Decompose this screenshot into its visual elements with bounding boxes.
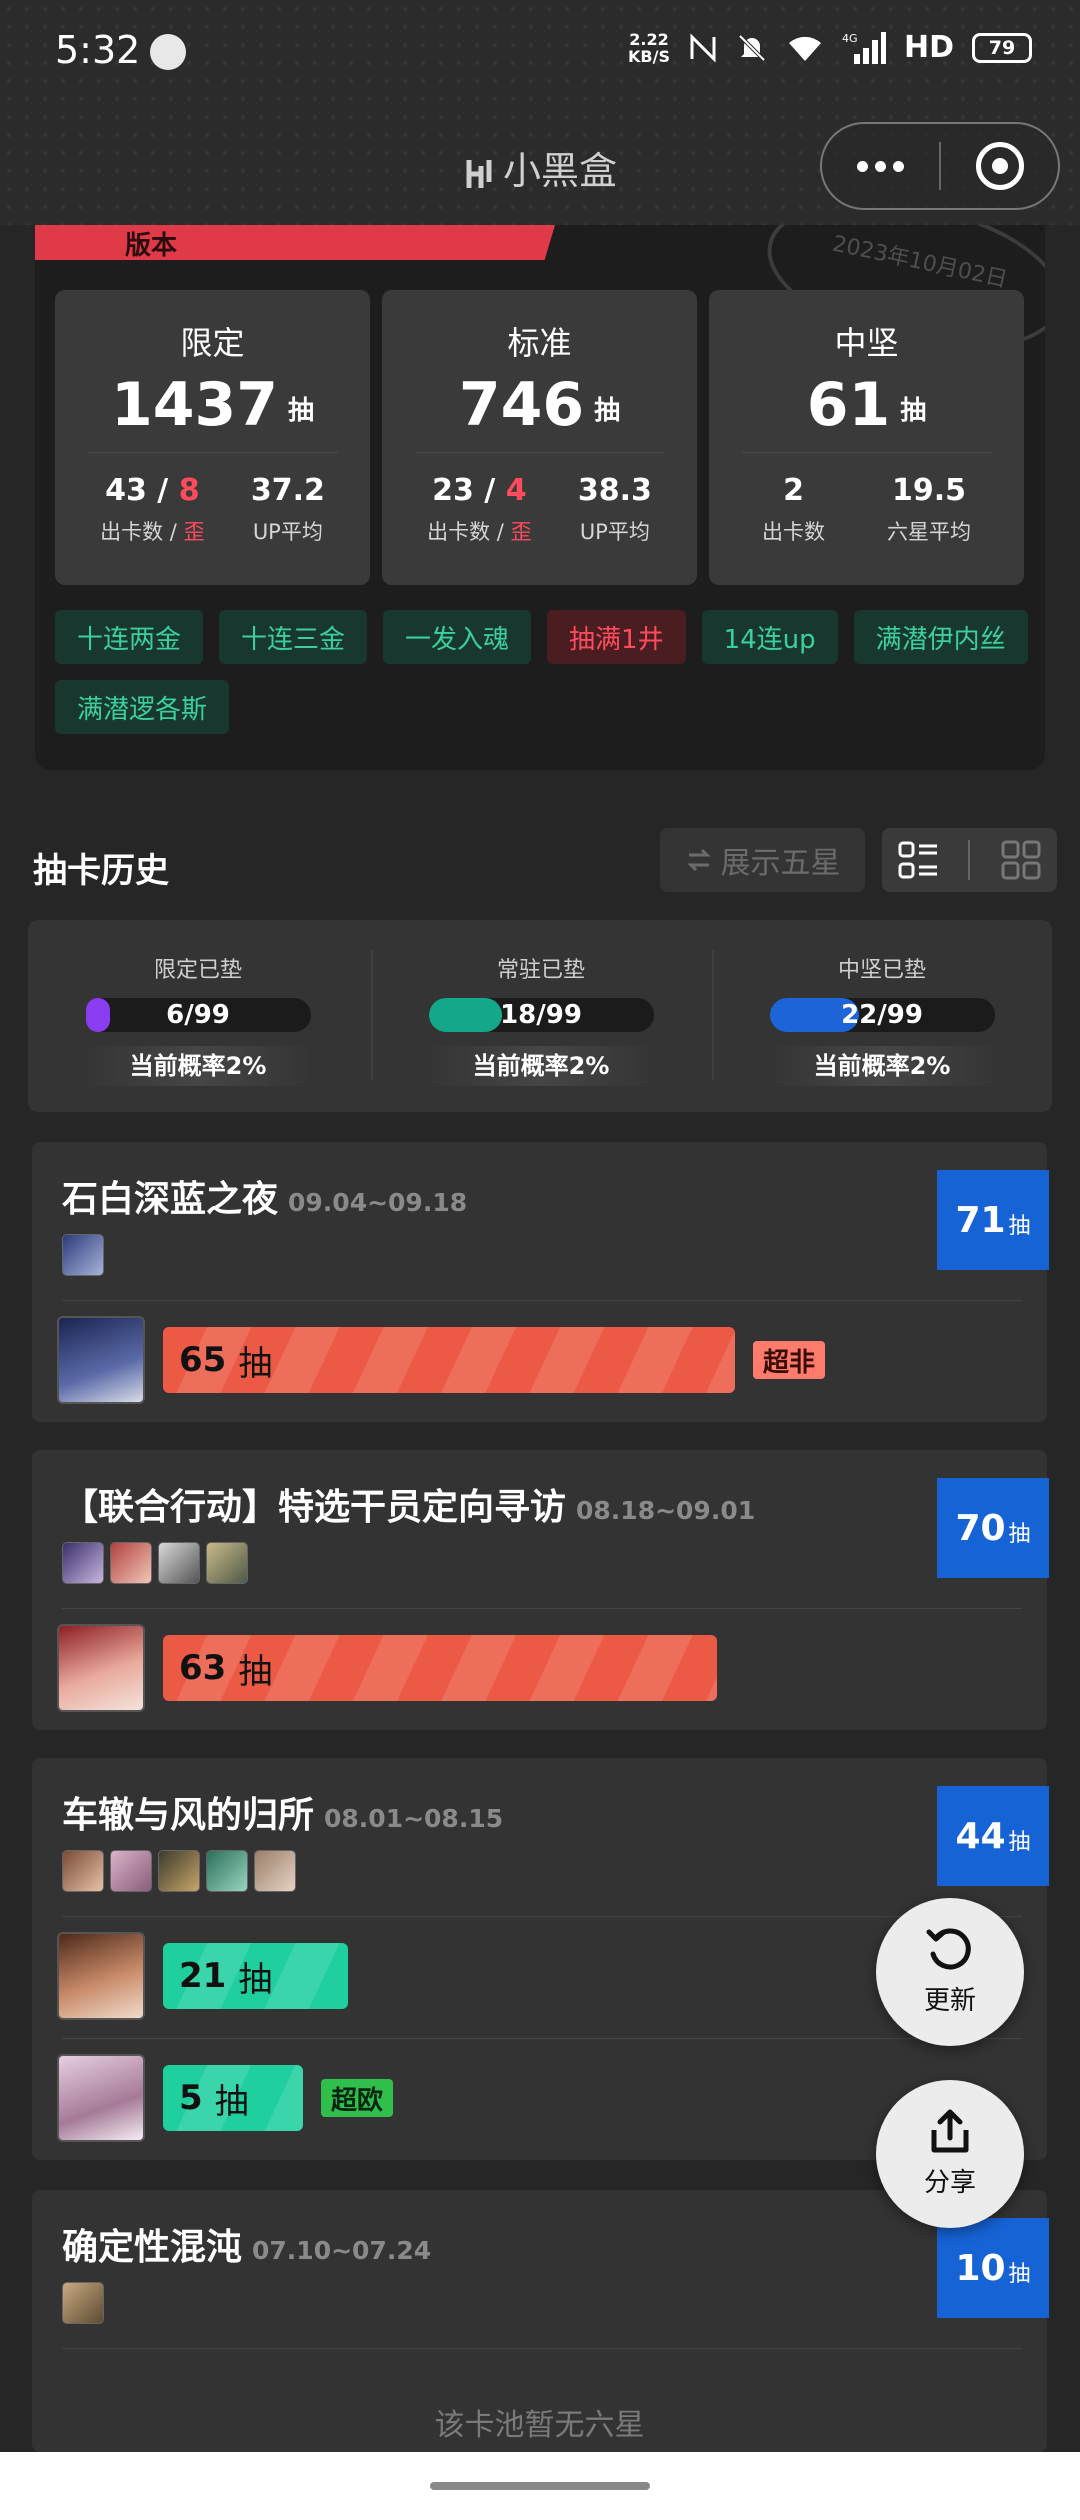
pull-row: 65 抽 超非 <box>57 1316 826 1404</box>
pool-count-badge: 44 抽 <box>937 1786 1049 1886</box>
close-miniapp-button[interactable] <box>941 124 1058 208</box>
more-button[interactable] <box>822 124 939 208</box>
pool-operators <box>62 1542 248 1584</box>
pool-operators <box>62 2282 104 2324</box>
swap-icon <box>686 848 711 872</box>
stat-standard: 标准 746 抽 23 / 4 出卡数 / 歪 38.3 UP平均 <box>382 290 697 585</box>
home-indicator[interactable] <box>430 2482 650 2490</box>
pity-progress: 18/99 <box>428 998 654 1032</box>
version-label: 版本 <box>125 231 178 261</box>
share-button[interactable]: 分享 <box>876 2080 1024 2228</box>
grid-view-icon[interactable] <box>1000 839 1042 881</box>
net-speed: 2.22 KB/S <box>628 29 670 66</box>
tag: 十连三金 <box>219 610 368 664</box>
refresh-icon <box>926 1928 971 1970</box>
tag: 满潜伊内丝 <box>853 610 1028 664</box>
svg-text:4G: 4G <box>842 32 858 45</box>
pool-card[interactable]: 【联合行动】特选干员定向寻访 08.18~09.01 70 抽 63 抽 <box>32 1450 1049 1730</box>
hd-label: HD <box>903 30 954 65</box>
pull-row: 21 抽 <box>57 1932 348 2020</box>
operator-avatar <box>206 1542 248 1584</box>
mute-bell-icon <box>738 34 766 61</box>
operator-avatar <box>57 2054 145 2142</box>
pity-standard: 常驻已垫 18/99 当前概率2% <box>371 920 711 1112</box>
operator-avatar <box>62 1850 104 1892</box>
luck-badge: 超非 <box>753 1341 826 1379</box>
list-view-icon[interactable] <box>897 839 939 881</box>
pull-bar: 63 抽 <box>163 1635 717 1701</box>
pull-bar: 21 抽 <box>163 1943 348 2009</box>
pull-row: 5抽 超欧 <box>57 2054 394 2142</box>
luck-badge: 超欧 <box>321 2079 394 2117</box>
signal-icon: 4G <box>842 31 886 64</box>
tag: 满潜逻各斯 <box>55 680 230 734</box>
pool-title: 石白深蓝之夜 09.04~09.18 <box>62 1179 468 1220</box>
pool-operators <box>62 1234 104 1276</box>
operator-avatar <box>62 2282 104 2324</box>
pity-progress: 6/99 <box>85 998 311 1032</box>
pool-title: 车辙与风的归所 08.01~08.15 <box>62 1795 504 1836</box>
pity-panel: 限定已垫 6/99 当前概率2% 常驻已垫 18/99 当前概率2% 中坚已垫 … <box>28 920 1052 1112</box>
pity-progress: 22/99 <box>769 998 995 1032</box>
operator-avatar <box>57 1624 145 1712</box>
pool-count-badge: 10 抽 <box>937 2218 1049 2318</box>
view-toggle <box>882 828 1057 892</box>
pull-bar: 65 抽 <box>163 1327 735 1393</box>
show-five-star-button[interactable]: 展示五星 <box>660 828 865 892</box>
operator-avatar <box>206 1850 248 1892</box>
pool-operators <box>62 1850 296 1892</box>
empty-pool-note: 该卡池暂无六星 <box>434 2408 645 2443</box>
achievement-tags: 十连两金 十连三金 一发入魂 抽满1井 14连up 满潜伊内丝 满潜逻各斯 <box>55 610 1035 734</box>
pity-core: 中坚已垫 22/99 当前概率2% <box>712 920 1052 1112</box>
pool-card[interactable]: 确定性混沌 07.10~07.24 10 抽 该卡池暂无六星 <box>32 2190 1049 2452</box>
version-banner <box>35 225 555 260</box>
pull-bar: 5抽 <box>163 2065 303 2131</box>
operator-avatar <box>158 1850 200 1892</box>
refresh-button[interactable]: 更新 <box>876 1898 1024 2046</box>
pool-title: 【联合行动】特选干员定向寻访 08.18~09.01 <box>62 1487 756 1528</box>
nfc-icon <box>690 32 716 63</box>
share-icon <box>931 2109 969 2153</box>
operator-avatar <box>62 1542 104 1584</box>
operator-avatar <box>57 1316 145 1404</box>
operator-avatar <box>110 1542 152 1584</box>
operator-avatar <box>158 1542 200 1584</box>
tag: 十连两金 <box>55 610 204 664</box>
wifi-icon <box>788 36 821 61</box>
miniapp-capsule <box>820 122 1060 210</box>
pull-row: 63 抽 <box>57 1624 717 1712</box>
tag: 一发入魂 <box>383 610 532 664</box>
operator-avatar <box>254 1850 296 1892</box>
heybox-logo-icon <box>466 159 492 188</box>
history-title: 抽卡历史 <box>33 851 169 891</box>
summary-card: 版本 2023年10月02日 限定 1437 抽 43 / 8 出卡数 / 歪 3… <box>35 225 1045 770</box>
tag: 抽满1井 <box>547 610 686 664</box>
operator-avatar <box>57 1932 145 2020</box>
operator-avatar <box>110 1850 152 1892</box>
battery-icon: 79 <box>972 32 1032 63</box>
pool-count-badge: 71 抽 <box>937 1170 1049 1270</box>
pool-count-badge: 70 抽 <box>937 1478 1049 1578</box>
status-time: 5:32 <box>55 28 141 72</box>
more-dots-icon <box>857 160 904 172</box>
pity-limited: 限定已垫 6/99 当前概率2% <box>28 920 368 1112</box>
target-icon <box>975 142 1024 190</box>
operator-avatar <box>62 1234 104 1276</box>
pool-card[interactable]: 石白深蓝之夜 09.04~09.18 71 抽 65 抽 超非 <box>32 1142 1049 1422</box>
tag: 14连up <box>701 610 838 664</box>
notification-dot-icon <box>150 34 186 70</box>
status-icons: 2.22 KB/S 4G HD 79 <box>628 30 1032 65</box>
system-nav-bar <box>0 2452 1080 2520</box>
stat-core: 中坚 61 抽 2 出卡数 19.5 六星平均 <box>709 290 1024 585</box>
pool-title: 确定性混沌 07.10~07.24 <box>62 2227 432 2268</box>
stat-limited: 限定 1437 抽 43 / 8 出卡数 / 歪 37.2 UP平均 <box>55 290 370 585</box>
